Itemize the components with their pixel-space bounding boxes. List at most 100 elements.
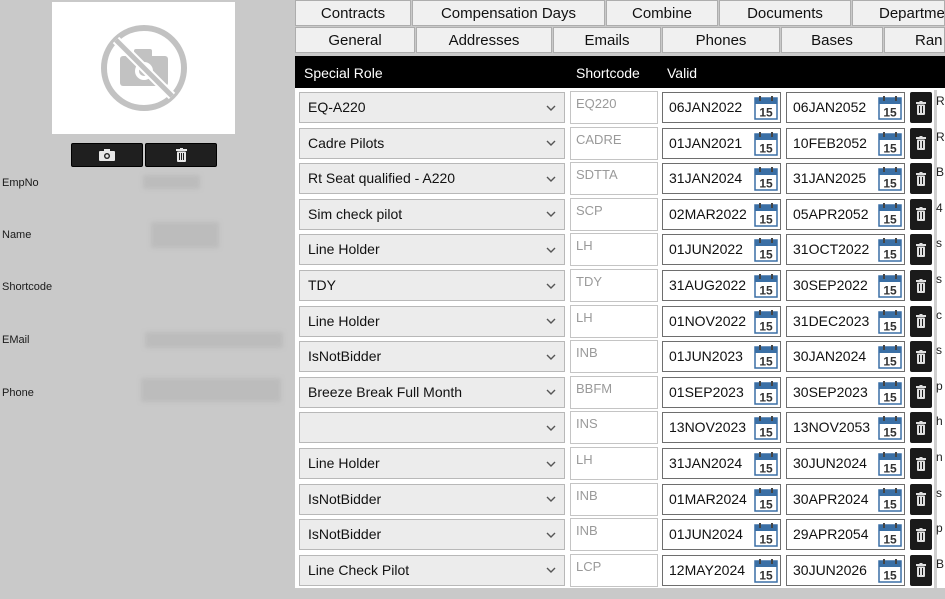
special-role-select[interactable]: IsNotBidder — [299, 483, 565, 515]
valid-to-value[interactable]: 31OCT2022 — [787, 235, 879, 264]
delete-row-button[interactable] — [910, 163, 932, 195]
tab-general[interactable]: General — [295, 27, 415, 53]
tab-contracts[interactable]: Contracts — [295, 0, 411, 26]
calendar-icon[interactable]: 15 — [754, 309, 778, 334]
chevron-down-icon[interactable] — [546, 93, 558, 122]
delete-row-button[interactable] — [910, 127, 932, 159]
calendar-icon[interactable]: 15 — [878, 452, 902, 476]
calendar-icon[interactable]: 15 — [878, 309, 902, 334]
delete-photo-button[interactable] — [145, 143, 217, 167]
valid-to-field[interactable]: 31OCT2022 15 — [786, 234, 905, 266]
chevron-down-icon[interactable] — [546, 413, 558, 442]
valid-from-value[interactable]: 13NOV2023 — [663, 413, 755, 442]
calendar-icon[interactable]: 15 — [878, 274, 902, 298]
calendar-icon[interactable]: 15 — [754, 487, 778, 512]
delete-row-button[interactable] — [910, 92, 932, 123]
tab-compensation-days[interactable]: Compensation Days — [412, 0, 605, 26]
valid-from-field[interactable]: 31JAN2024 15 — [662, 448, 781, 479]
valid-from-value[interactable]: 01JUN2022 — [663, 235, 755, 264]
chevron-down-icon[interactable] — [546, 378, 558, 407]
special-role-select[interactable]: Line Check Pilot — [299, 554, 565, 586]
calendar-icon[interactable]: 15 — [754, 238, 778, 263]
valid-to-field[interactable]: 29APR2054 15 — [786, 519, 905, 551]
chevron-down-icon[interactable] — [546, 129, 558, 158]
valid-from-field[interactable]: 01NOV2022 15 — [662, 305, 781, 337]
calendar-icon[interactable]: 15 — [754, 131, 778, 156]
calendar-icon[interactable]: 15 — [878, 131, 902, 156]
tab-documents[interactable]: Documents — [719, 0, 851, 26]
chevron-down-icon[interactable] — [546, 200, 558, 229]
chevron-down-icon[interactable] — [546, 449, 558, 478]
calendar-icon[interactable]: 15 — [878, 416, 902, 441]
header-shortcode[interactable]: Shortcode — [576, 65, 640, 81]
valid-to-value[interactable]: 30SEP2022 — [787, 271, 879, 300]
special-role-select[interactable]: Breeze Break Full Month — [299, 376, 565, 408]
header-valid[interactable]: Valid — [667, 65, 697, 81]
chevron-down-icon[interactable] — [546, 520, 558, 549]
delete-row-button[interactable] — [910, 448, 932, 479]
special-role-select[interactable]: Rt Seat qualified - A220 — [299, 163, 565, 195]
calendar-icon[interactable]: 15 — [754, 523, 778, 547]
delete-row-button[interactable] — [910, 412, 932, 444]
valid-to-field[interactable]: 30APR2024 15 — [786, 483, 905, 515]
calendar-icon[interactable]: 15 — [878, 523, 902, 547]
valid-to-value[interactable]: 30SEP2023 — [787, 378, 879, 407]
valid-from-value[interactable]: 31JAN2024 — [663, 449, 755, 478]
valid-from-value[interactable]: 12MAY2024 — [663, 556, 755, 585]
tab-addresses[interactable]: Addresses — [416, 27, 552, 53]
chevron-down-icon[interactable] — [546, 556, 558, 585]
calendar-icon[interactable]: 15 — [754, 380, 778, 405]
valid-to-value[interactable]: 30APR2024 — [787, 485, 879, 514]
valid-to-value[interactable]: 30JUN2024 — [787, 449, 879, 478]
valid-to-value[interactable]: 10FEB2052 — [787, 129, 879, 158]
valid-from-value[interactable]: 01JAN2021 — [663, 129, 755, 158]
valid-to-value[interactable]: 29APR2054 — [787, 520, 879, 549]
special-role-select[interactable]: Line Holder — [299, 234, 565, 266]
valid-from-field[interactable]: 02MAR2022 15 — [662, 198, 781, 230]
valid-to-field[interactable]: 30JUN2026 15 — [786, 554, 905, 586]
valid-to-field[interactable]: 31DEC2023 15 — [786, 305, 905, 337]
valid-from-value[interactable]: 01NOV2022 — [663, 307, 755, 336]
delete-row-button[interactable] — [910, 341, 932, 373]
valid-from-field[interactable]: 01JUN2023 15 — [662, 341, 781, 373]
special-role-select[interactable]: TDY — [299, 270, 565, 301]
calendar-icon[interactable]: 15 — [878, 96, 902, 120]
delete-row-button[interactable] — [910, 305, 932, 337]
chevron-down-icon[interactable] — [546, 271, 558, 300]
employee-photo[interactable] — [52, 2, 235, 134]
calendar-icon[interactable]: 15 — [878, 558, 902, 583]
special-role-select[interactable]: Sim check pilot — [299, 198, 565, 230]
chevron-down-icon[interactable] — [546, 307, 558, 336]
valid-to-value[interactable]: 31DEC2023 — [787, 307, 879, 336]
special-role-select[interactable]: Line Holder — [299, 448, 565, 479]
valid-from-value[interactable]: 01JUN2023 — [663, 342, 755, 371]
valid-from-field[interactable]: 31AUG2022 15 — [662, 270, 781, 301]
special-role-select[interactable]: Line Holder — [299, 305, 565, 337]
chevron-down-icon[interactable] — [546, 342, 558, 371]
delete-row-button[interactable] — [910, 234, 932, 266]
valid-to-value[interactable]: 13NOV2053 — [787, 413, 879, 442]
calendar-icon[interactable]: 15 — [878, 202, 902, 227]
calendar-icon[interactable]: 15 — [878, 167, 902, 191]
valid-to-field[interactable]: 13NOV2053 15 — [786, 412, 905, 444]
calendar-icon[interactable]: 15 — [878, 487, 902, 512]
valid-from-field[interactable]: 01JAN2021 15 — [662, 127, 781, 159]
special-role-select[interactable]: IsNotBidder — [299, 519, 565, 551]
chevron-down-icon[interactable] — [546, 235, 558, 264]
valid-to-value[interactable]: 06JAN2052 — [787, 93, 879, 122]
header-special-role[interactable]: Special Role — [304, 65, 383, 81]
delete-row-button[interactable] — [910, 483, 932, 515]
valid-from-field[interactable]: 12MAY2024 15 — [662, 554, 781, 586]
valid-from-value[interactable]: 06JAN2022 — [663, 93, 755, 122]
calendar-icon[interactable]: 15 — [754, 202, 778, 227]
chevron-down-icon[interactable] — [546, 164, 558, 193]
calendar-icon[interactable]: 15 — [754, 96, 778, 120]
calendar-icon[interactable]: 15 — [878, 380, 902, 405]
special-role-select[interactable]: EQ-A220 — [299, 92, 565, 123]
valid-to-field[interactable]: 30JUN2024 15 — [786, 448, 905, 479]
tab-ranks[interactable]: Ran — [884, 27, 945, 53]
tab-emails[interactable]: Emails — [553, 27, 661, 53]
tab-departments[interactable]: Departme — [852, 0, 945, 26]
delete-row-button[interactable] — [910, 519, 932, 551]
calendar-icon[interactable]: 15 — [754, 416, 778, 441]
